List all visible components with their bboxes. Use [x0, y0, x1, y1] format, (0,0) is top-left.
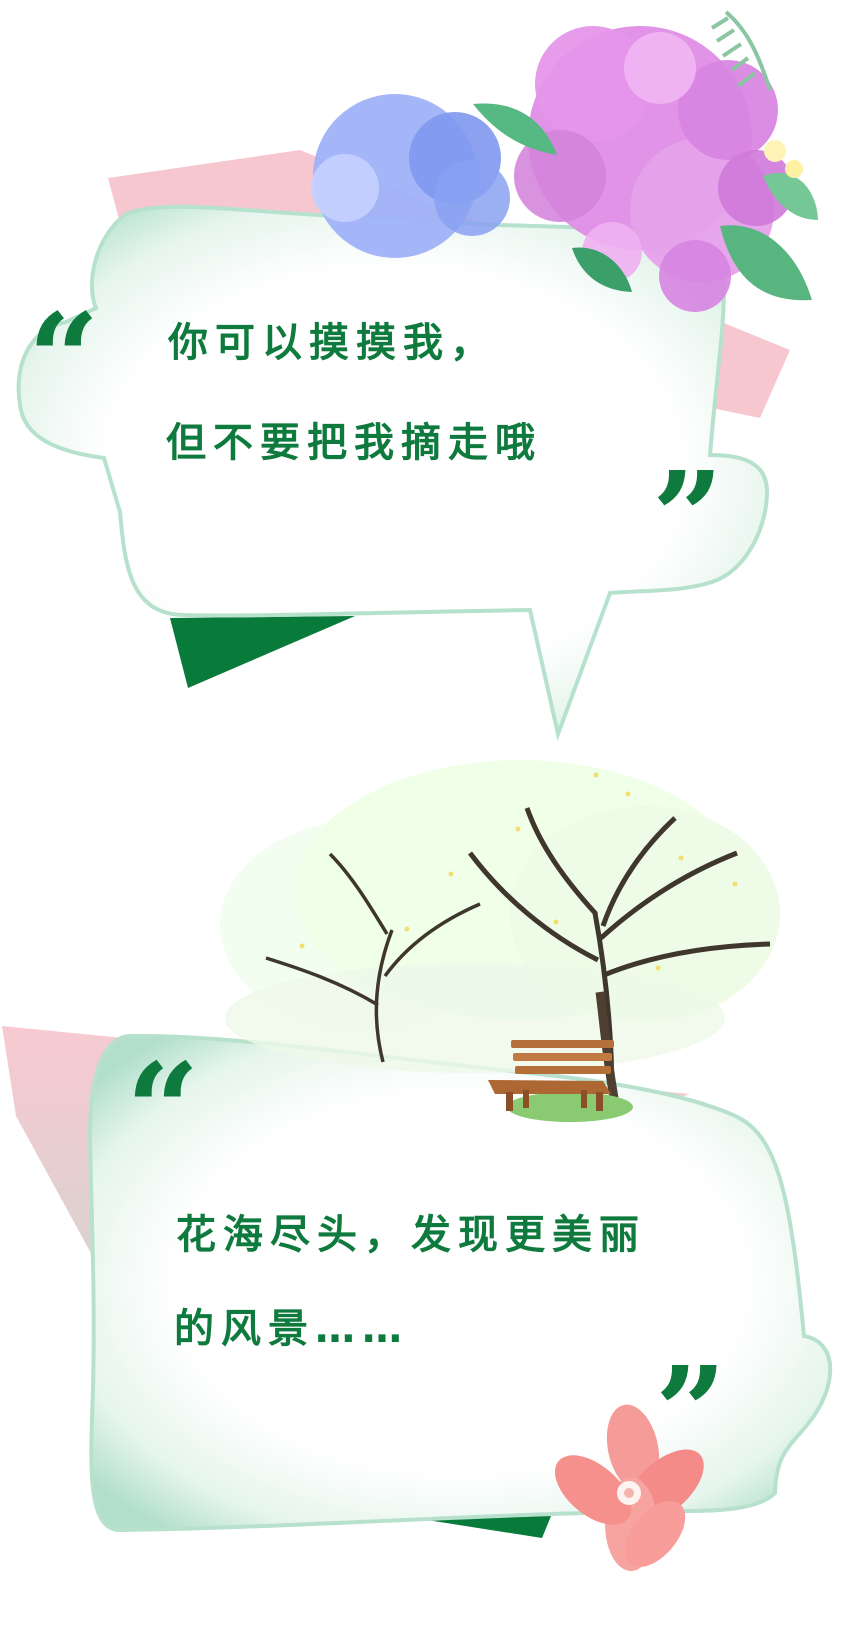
top-bubble-line-1: 你可以摸摸我， — [168, 320, 497, 366]
bottom-bubble-line-1: 花海尽头，发现更美丽 — [176, 1212, 646, 1258]
blossom-tree-icon — [220, 760, 780, 1099]
bottom-bubble-line-2: 的风景…… — [174, 1306, 409, 1352]
scene-artwork — [2, 10, 833, 1571]
top-open-quote: “ — [28, 287, 100, 432]
top-close-quote: ” — [652, 445, 724, 590]
bottom-open-quote: “ — [126, 1036, 200, 1186]
top-bubble-line-2: 但不要把我摘走哦 — [166, 420, 542, 466]
top-dark-green-shape — [170, 616, 355, 688]
bottom-close-quote: ” — [655, 1340, 727, 1485]
